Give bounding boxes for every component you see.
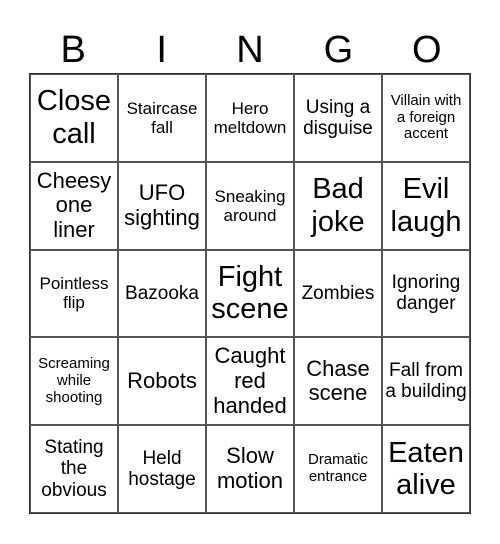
bingo-cell[interactable]: Using a disguise: [294, 74, 382, 162]
bingo-cell[interactable]: Eaten alive: [382, 425, 470, 513]
header-letter-o: O: [412, 29, 442, 71]
bingo-cell[interactable]: Villain with a foreign accent: [382, 74, 470, 162]
bingo-cell[interactable]: Screaming while shooting: [30, 337, 118, 426]
bingo-cell[interactable]: UFO sighting: [118, 161, 206, 250]
bingo-grid: Close call Staircase fall Hero meltdown …: [29, 73, 471, 514]
header-letter-g: G: [323, 29, 354, 71]
bingo-cell[interactable]: Caught red handed: [206, 337, 294, 426]
bingo-cell[interactable]: Stating the obvious: [30, 425, 118, 513]
bingo-cell[interactable]: Chase scene: [294, 337, 382, 426]
bingo-cell[interactable]: Cheesy one liner: [30, 161, 118, 250]
bingo-cell[interactable]: Hero meltdown: [206, 74, 294, 162]
bingo-cell[interactable]: Staircase fall: [118, 74, 206, 162]
header-letter-i: I: [156, 29, 167, 71]
bingo-cell[interactable]: Bad joke: [294, 161, 382, 250]
bingo-cell[interactable]: Close call: [30, 74, 118, 162]
bingo-cell[interactable]: Held hostage: [118, 425, 206, 513]
bingo-cell[interactable]: Fight scene: [206, 249, 294, 338]
header-letter-n: N: [236, 29, 264, 71]
bingo-cell[interactable]: Fall from a building: [382, 337, 470, 426]
bingo-header: B I N G O: [29, 28, 471, 72]
bingo-cell[interactable]: Evil laugh: [382, 161, 470, 250]
bingo-cell[interactable]: Ignoring danger: [382, 249, 470, 338]
bingo-cell[interactable]: Bazooka: [118, 249, 206, 338]
bingo-cell[interactable]: Robots: [118, 337, 206, 426]
bingo-cell[interactable]: Slow motion: [206, 425, 294, 513]
header-letter-b: B: [60, 29, 86, 71]
bingo-cell[interactable]: Pointless flip: [30, 249, 118, 338]
bingo-cell[interactable]: Sneaking around: [206, 161, 294, 250]
bingo-cell[interactable]: Zombies: [294, 249, 382, 338]
bingo-cell[interactable]: Dramatic entrance: [294, 425, 382, 513]
